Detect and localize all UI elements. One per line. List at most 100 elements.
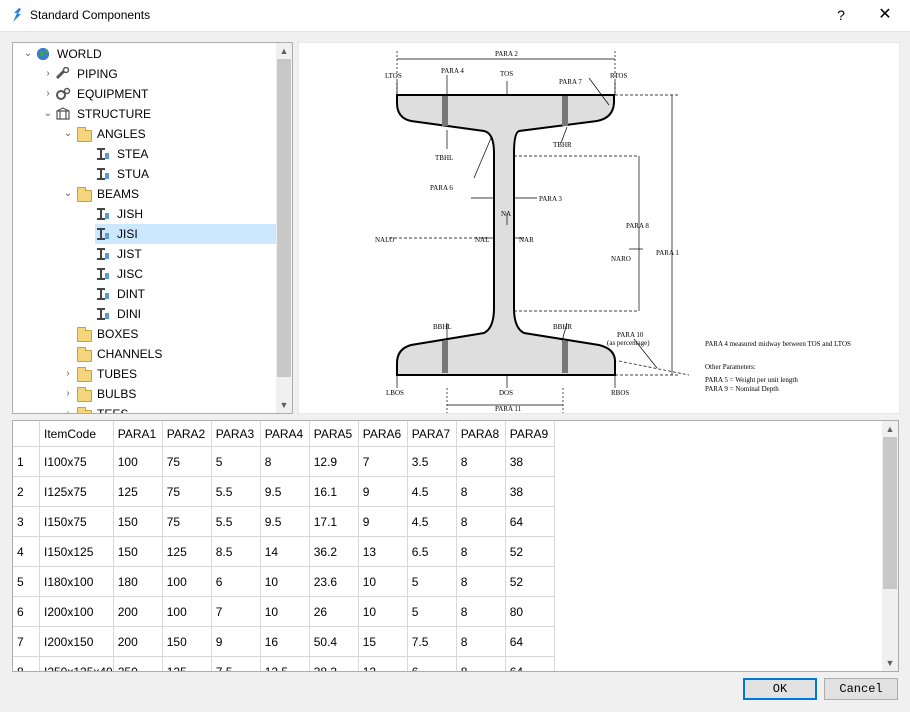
tree-item-bulbs[interactable]: BULBS — [75, 384, 276, 404]
table-cell[interactable]: 16 — [260, 626, 310, 657]
table-cell[interactable]: 10 — [260, 596, 310, 627]
table-cell[interactable]: 14 — [260, 536, 310, 567]
chevron-right-icon[interactable]: › — [62, 404, 74, 413]
table-cell[interactable]: 8 — [456, 446, 506, 477]
chevron-right-icon[interactable]: › — [42, 64, 54, 84]
table-cell[interactable]: 100 — [162, 596, 212, 627]
table-cell[interactable]: 150 — [162, 626, 212, 657]
table-cell[interactable]: 200 — [113, 626, 163, 657]
tree-item-jish[interactable]: JISH — [95, 204, 276, 224]
tree-scrollbar[interactable]: ▲ ▼ — [276, 43, 292, 413]
table-cell[interactable]: 200 — [113, 596, 163, 627]
scroll-up-icon[interactable]: ▲ — [276, 43, 292, 59]
table-cell[interactable]: 13 — [358, 536, 408, 567]
table-cell[interactable]: I150x125 — [39, 536, 114, 567]
parameter-table[interactable]: ItemCode PARA1 PARA2 PARA3 PARA4 PARA5 PARA6 PA… — [12, 420, 899, 672]
table-cell[interactable]: 150 — [113, 536, 163, 567]
column-header[interactable]: PARA2 — [162, 421, 212, 447]
table-cell[interactable]: 8.5 — [211, 536, 261, 567]
table-cell[interactable]: I250x125x49 — [39, 656, 114, 671]
table-cell[interactable]: 5 — [211, 446, 261, 477]
table-cell[interactable]: 10 — [358, 566, 408, 597]
table-cell[interactable]: 52 — [505, 536, 555, 567]
table-cell[interactable]: 9 — [358, 476, 408, 507]
tree-item-tubes[interactable]: TUBES — [75, 364, 276, 384]
table-cell[interactable]: 38 — [505, 446, 555, 477]
grid-scrollbar[interactable]: ▲ ▼ — [882, 421, 898, 671]
table-cell[interactable]: 23.6 — [309, 566, 359, 597]
chevron-right-icon[interactable]: › — [42, 84, 54, 104]
column-header[interactable]: PARA7 — [407, 421, 457, 447]
tree-item-channels[interactable]: CHANNELS — [75, 344, 276, 364]
table-row[interactable]: 8 I250x125x49 250 125 7.5 12.5 38.3 12 6 8 64 — [13, 656, 555, 671]
tree-item-world[interactable]: WORLD — [35, 44, 276, 64]
table-row[interactable]: 6 I200x100 200 100 7 10 26 10 5 8 80 — [13, 596, 555, 627]
table-cell[interactable]: 52 — [505, 566, 555, 597]
table-cell[interactable]: 3.5 — [407, 446, 457, 477]
grid-scroll-up-icon[interactable]: ▲ — [882, 421, 898, 437]
table-cell[interactable]: 10 — [358, 596, 408, 627]
table-cell[interactable]: 125 — [113, 476, 163, 507]
table-cell[interactable]: 15 — [358, 626, 408, 657]
column-header[interactable]: PARA6 — [358, 421, 408, 447]
chevron-down-icon[interactable]: ⌄ — [42, 104, 54, 124]
table-cell[interactable]: 250 — [113, 656, 163, 671]
table-cell[interactable]: 8 — [456, 566, 506, 597]
tree-item-structure[interactable]: STRUCTURE — [55, 104, 276, 124]
tree-item-jist[interactable]: JIST — [95, 244, 276, 264]
cancel-button[interactable]: Cancel — [824, 678, 898, 700]
table-row[interactable]: 7 I200x150 200 150 9 16 50.4 15 7.5 8 64 — [13, 626, 555, 657]
component-tree[interactable]: ▲ ▼ WORLD ⌄ PIPING › EQUIPMENT › STRUCTURE ⌄ ANG… — [12, 42, 293, 414]
table-cell[interactable]: I200x150 — [39, 626, 114, 657]
tree-item-equipment[interactable]: EQUIPMENT — [55, 84, 276, 104]
table-cell[interactable]: I200x100 — [39, 596, 114, 627]
tree-scroll-thumb[interactable] — [277, 59, 291, 377]
tree-item-boxes[interactable]: BOXES — [75, 324, 276, 344]
table-cell[interactable]: 8 — [456, 656, 506, 671]
table-cell[interactable]: 4.5 — [407, 506, 457, 537]
table-cell[interactable]: 64 — [505, 656, 555, 671]
table-cell[interactable]: I125x75 — [39, 476, 114, 507]
column-header[interactable]: PARA9 — [505, 421, 555, 447]
table-cell[interactable]: 8 — [456, 626, 506, 657]
table-cell[interactable]: I100x75 — [39, 446, 114, 477]
tree-item-stea[interactable]: STEA — [95, 144, 276, 164]
column-header[interactable]: ItemCode — [39, 421, 114, 447]
close-button[interactable]: ✕ — [870, 4, 900, 26]
tree-item-jisc[interactable]: JISC — [95, 264, 276, 284]
table-cell[interactable]: 9.5 — [260, 506, 310, 537]
grid-scroll-down-icon[interactable]: ▼ — [882, 655, 898, 671]
table-cell[interactable]: 125 — [162, 656, 212, 671]
table-cell[interactable]: 9 — [211, 626, 261, 657]
table-cell[interactable]: 4.5 — [407, 476, 457, 507]
table-cell[interactable]: 8 — [456, 596, 506, 627]
table-cell[interactable]: 6 — [407, 656, 457, 671]
column-header[interactable]: PARA3 — [211, 421, 261, 447]
column-header[interactable]: PARA1 — [113, 421, 163, 447]
table-row[interactable]: 4 I150x125 150 125 8.5 14 36.2 13 6.5 8 52 — [13, 536, 555, 567]
table-cell[interactable]: 17.1 — [309, 506, 359, 537]
tree-item-dint[interactable]: DINT — [95, 284, 276, 304]
tree-item-stua[interactable]: STUA — [95, 164, 276, 184]
table-row[interactable]: 1 I100x75 100 75 5 8 12.9 7 3.5 8 38 — [13, 446, 555, 477]
table-cell[interactable]: 100 — [162, 566, 212, 597]
table-cell[interactable]: I150x75 — [39, 506, 114, 537]
table-cell[interactable]: 12.9 — [309, 446, 359, 477]
table-cell[interactable]: 5.5 — [211, 506, 261, 537]
tree-item-angles[interactable]: ANGLES — [75, 124, 276, 144]
chevron-down-icon[interactable]: ⌄ — [62, 124, 74, 144]
column-header[interactable]: PARA5 — [309, 421, 359, 447]
table-cell[interactable]: I180x100 — [39, 566, 114, 597]
scroll-down-icon[interactable]: ▼ — [276, 397, 292, 413]
table-cell[interactable]: 36.2 — [309, 536, 359, 567]
grid-scroll-thumb[interactable] — [883, 437, 897, 589]
table-cell[interactable]: 10 — [260, 566, 310, 597]
table-cell[interactable]: 75 — [162, 476, 212, 507]
chevron-down-icon[interactable]: ⌄ — [22, 44, 34, 64]
help-button[interactable]: ? — [826, 4, 856, 26]
tree-item-jisi[interactable]: JISI — [95, 224, 276, 244]
table-cell[interactable]: 64 — [505, 506, 555, 537]
table-cell[interactable]: 9 — [358, 506, 408, 537]
table-cell[interactable]: 6 — [211, 566, 261, 597]
table-cell[interactable]: 12 — [358, 656, 408, 671]
